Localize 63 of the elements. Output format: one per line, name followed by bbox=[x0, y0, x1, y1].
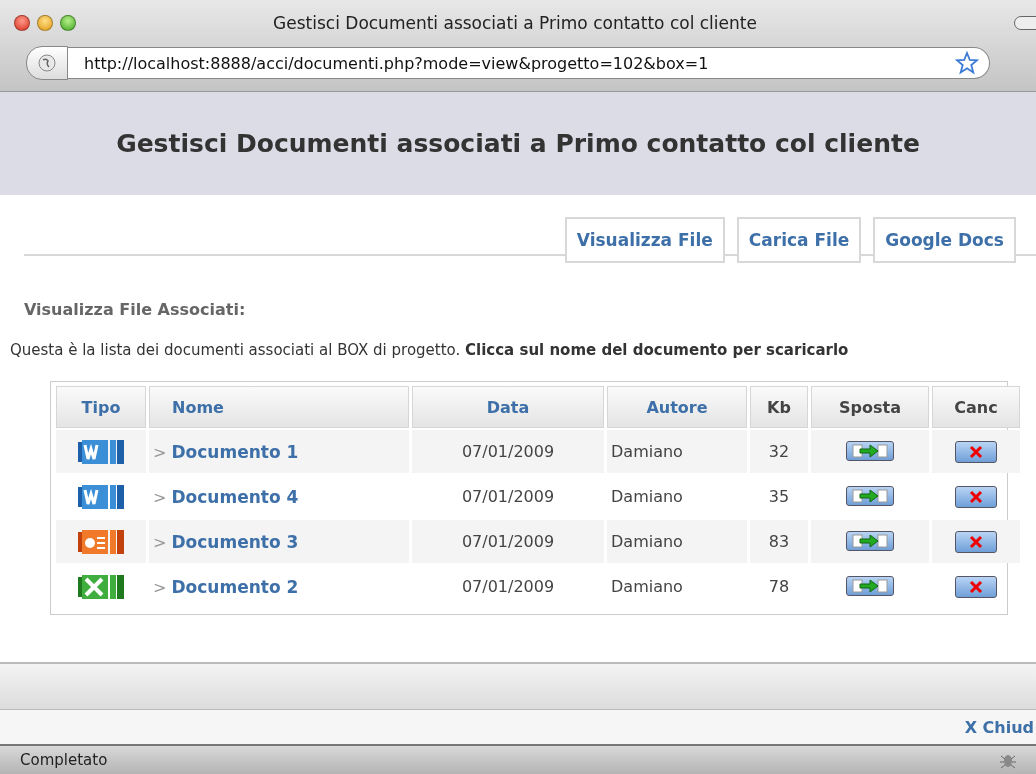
table-cell-text: 07/01/2009 bbox=[460, 576, 556, 598]
tab[interactable]: Carica File bbox=[736, 217, 862, 263]
table-cell-text: 35 bbox=[767, 486, 791, 508]
tab[interactable]: Visualizza File bbox=[564, 217, 725, 263]
document-link[interactable]: Documento 3 bbox=[171, 531, 299, 552]
move-button[interactable] bbox=[846, 530, 894, 551]
delete-button[interactable] bbox=[955, 530, 997, 553]
table-cell-text: 07/01/2009 bbox=[460, 486, 556, 508]
delete-icon bbox=[968, 579, 984, 594]
move-arrow-icon bbox=[850, 487, 890, 504]
table-cell-text: Damiano bbox=[610, 486, 684, 508]
column-header-link[interactable]: Tipo bbox=[56, 386, 146, 428]
table-cell: Damiano bbox=[607, 520, 747, 563]
window-title: Gestisci Documenti associati a Primo contatto col cliente bbox=[272, 13, 758, 33]
table-cell: 07/01/2009 bbox=[412, 430, 604, 473]
zoom-window-button[interactable] bbox=[60, 15, 76, 31]
table-cell-text: 78 bbox=[767, 576, 791, 598]
document-link[interactable]: Documento 1 bbox=[171, 441, 299, 462]
move-button[interactable] bbox=[846, 440, 894, 461]
delete-icon bbox=[968, 444, 984, 459]
description-text: Questa è la lista dei documenti associati al BOX di progetto. Clicca sul nome del documento per scaricarlo bbox=[10, 341, 850, 359]
column-header-link[interactable]: Nome bbox=[149, 386, 409, 428]
close-link[interactable]: X Chiud bbox=[964, 717, 1034, 737]
page-title: Gestisci Documenti associati a Primo contatto col cliente bbox=[116, 129, 920, 158]
address-field[interactable]: http://localhost:8888/acci/documenti.php?mode=view&progetto=102&box=1 bbox=[68, 47, 990, 79]
word-document-icon bbox=[78, 484, 124, 509]
table-cell: 07/01/2009 bbox=[412, 520, 604, 563]
column-header-link[interactable]: Data bbox=[412, 386, 604, 428]
document-link[interactable]: Documento 4 bbox=[171, 486, 299, 507]
minimize-window-button[interactable] bbox=[37, 15, 53, 31]
delete-button[interactable] bbox=[955, 485, 997, 508]
tab[interactable]: Google Docs bbox=[873, 217, 1016, 263]
section-title: Visualizza File Associati: bbox=[24, 300, 247, 319]
column-header: Sposta bbox=[811, 386, 929, 428]
move-arrow-icon bbox=[850, 577, 890, 594]
delete-button[interactable] bbox=[955, 440, 997, 463]
delete-icon bbox=[968, 534, 984, 549]
move-arrow-icon bbox=[850, 442, 890, 459]
move-arrow-icon bbox=[850, 532, 890, 549]
delete-button[interactable] bbox=[955, 575, 997, 598]
bookmark-star-icon[interactable] bbox=[955, 51, 979, 75]
column-header: Canc bbox=[932, 386, 1020, 428]
spreadsheet-icon bbox=[78, 574, 124, 599]
row-marker: > bbox=[153, 442, 167, 462]
move-button[interactable] bbox=[846, 485, 894, 506]
row-marker: > bbox=[153, 487, 167, 507]
status-text: Completato bbox=[20, 751, 108, 769]
toolbar-toggle-button[interactable] bbox=[1014, 16, 1036, 30]
table-cell: 32 bbox=[750, 430, 808, 473]
table-cell: Damiano bbox=[607, 430, 747, 473]
column-header: Kb bbox=[750, 386, 808, 428]
table-cell: 83 bbox=[750, 520, 808, 563]
close-window-button[interactable] bbox=[14, 15, 30, 31]
row-marker: > bbox=[153, 532, 167, 552]
word-document-icon bbox=[78, 439, 124, 464]
table-cell-text: Damiano bbox=[610, 576, 684, 598]
delete-icon bbox=[968, 489, 984, 504]
presentation-icon bbox=[78, 529, 124, 554]
move-button[interactable] bbox=[846, 575, 894, 596]
row-marker: > bbox=[153, 577, 167, 597]
site-icon[interactable] bbox=[26, 46, 68, 80]
document-link[interactable]: Documento 2 bbox=[171, 576, 299, 597]
column-header-link[interactable]: Autore bbox=[607, 386, 747, 428]
